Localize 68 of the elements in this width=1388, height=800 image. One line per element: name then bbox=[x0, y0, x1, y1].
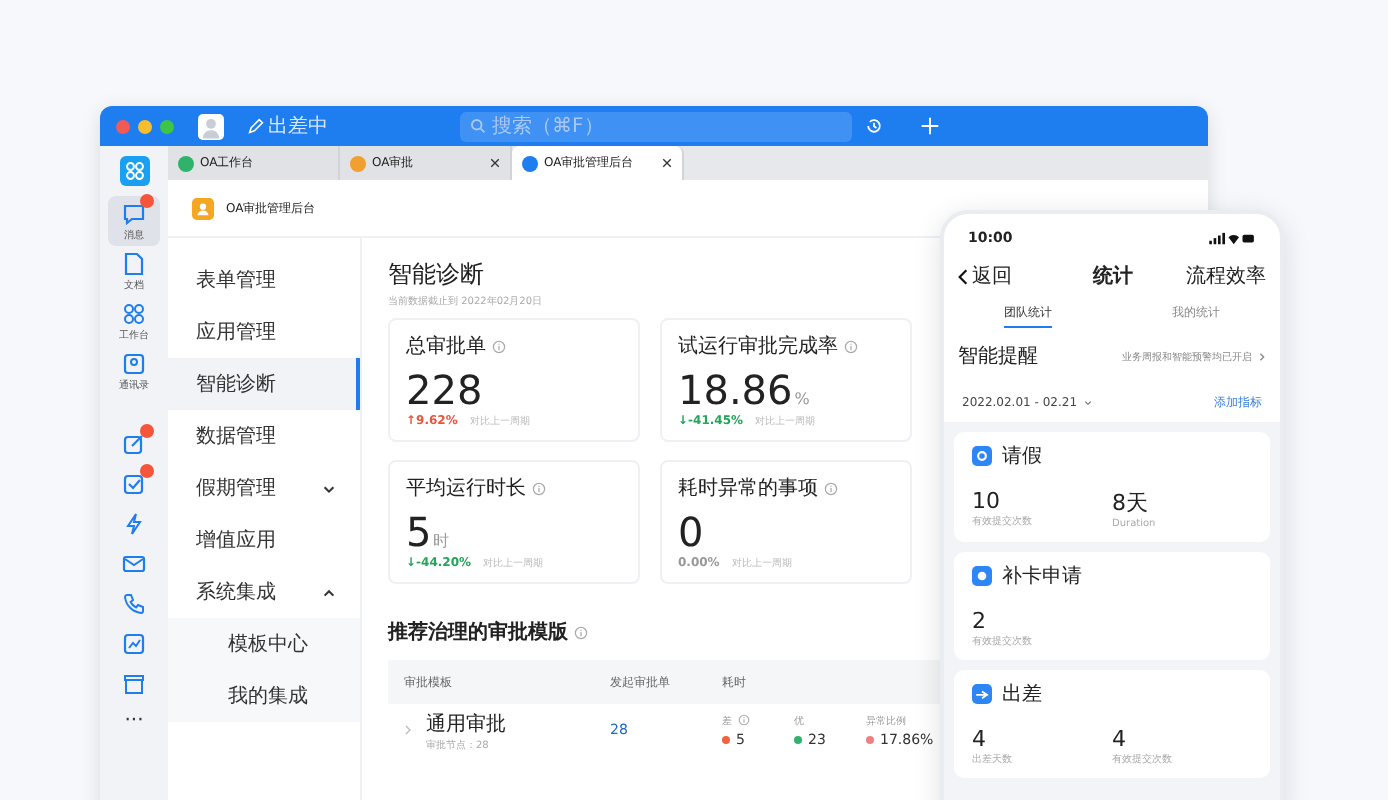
back-button[interactable]: 返回 bbox=[958, 262, 1012, 290]
chevron-icon bbox=[1258, 351, 1266, 361]
chat-icon bbox=[122, 202, 146, 226]
menu-item[interactable]: 应用管理 bbox=[168, 306, 360, 358]
search-field[interactable]: 搜索（⌘F） bbox=[460, 111, 852, 141]
stat-value: 228 bbox=[406, 366, 483, 414]
grid-icon bbox=[122, 302, 146, 326]
stat-unit: % bbox=[794, 390, 810, 408]
box-icon[interactable] bbox=[122, 672, 146, 696]
stat-value: 8天 bbox=[1112, 488, 1150, 518]
pen-icon bbox=[248, 118, 264, 134]
close-icon[interactable] bbox=[662, 158, 672, 168]
submenu-item[interactable]: 模板中心 bbox=[168, 618, 360, 670]
stat-value: 10 bbox=[972, 488, 1002, 514]
stat-value: 4 bbox=[1112, 726, 1128, 752]
app-logo-icon[interactable] bbox=[119, 156, 149, 186]
chart-icon[interactable] bbox=[122, 632, 146, 656]
person-icon bbox=[192, 197, 214, 219]
info-icon[interactable] bbox=[844, 339, 858, 353]
efficiency-link[interactable]: 流程效率 bbox=[1186, 262, 1266, 290]
menu-item[interactable]: 表单管理 bbox=[168, 254, 360, 306]
menu-item[interactable]: 数据管理 bbox=[168, 410, 360, 462]
section-title: 推荐治理的审批模版 bbox=[388, 618, 568, 646]
document-icon bbox=[122, 252, 146, 276]
screen-title: 统计 bbox=[1093, 263, 1133, 290]
section-title: 智能诊断 bbox=[388, 258, 484, 292]
info-icon[interactable] bbox=[492, 339, 506, 353]
stat-value: 18.86 bbox=[678, 366, 793, 414]
add-icon[interactable] bbox=[920, 116, 940, 136]
stat-label: 耗时异常的事项 bbox=[678, 475, 818, 502]
chevron-icon[interactable] bbox=[404, 724, 412, 736]
menu-item[interactable]: 假期管理 bbox=[168, 462, 360, 514]
status-icons-drawing bbox=[1208, 231, 1256, 245]
check-icon[interactable] bbox=[122, 472, 146, 496]
info-icon[interactable] bbox=[824, 481, 838, 495]
search-icon bbox=[470, 118, 486, 134]
contact-card-icon bbox=[122, 352, 146, 376]
close-icon[interactable] bbox=[490, 158, 500, 168]
menu-item[interactable]: 系统集成 bbox=[168, 566, 360, 618]
stat-label: 平均运行时长 bbox=[406, 475, 526, 502]
stat-value: 5 bbox=[406, 508, 432, 556]
reminder-label: 智能提醒 bbox=[958, 343, 1038, 370]
stat-label: 总审批单 bbox=[406, 333, 486, 360]
stat-value: 2 bbox=[972, 608, 988, 634]
edit-icon[interactable] bbox=[122, 432, 146, 456]
more-button[interactable]: ··· bbox=[124, 712, 144, 732]
stat-value: 0 bbox=[678, 508, 704, 556]
avatar-icon[interactable] bbox=[198, 113, 224, 139]
history-icon[interactable] bbox=[864, 116, 884, 136]
phone-icon[interactable] bbox=[122, 592, 146, 616]
card-title: 出差 bbox=[1002, 681, 1042, 708]
stat-unit: 时 bbox=[433, 530, 450, 552]
template-name: 通用审批 bbox=[426, 711, 508, 737]
caret-icon bbox=[1083, 398, 1092, 408]
mail-icon[interactable] bbox=[122, 552, 146, 576]
minimize-light-icon[interactable] bbox=[138, 119, 152, 133]
card-title: 请假 bbox=[1002, 443, 1042, 470]
stat-value: 4 bbox=[972, 726, 988, 752]
info-icon[interactable] bbox=[532, 481, 546, 495]
submenu-item[interactable]: 我的集成 bbox=[168, 670, 360, 722]
bolt-icon[interactable] bbox=[122, 512, 146, 536]
back-chevron-icon bbox=[958, 267, 968, 285]
stat-label: 试运行审批完成率 bbox=[678, 333, 838, 360]
card-title: 补卡申请 bbox=[1002, 563, 1082, 590]
info-icon[interactable] bbox=[574, 625, 588, 639]
menu-item[interactable]: 智能诊断 bbox=[168, 358, 360, 410]
menu-item[interactable]: 增值应用 bbox=[168, 514, 360, 566]
info-icon[interactable] bbox=[738, 714, 750, 726]
